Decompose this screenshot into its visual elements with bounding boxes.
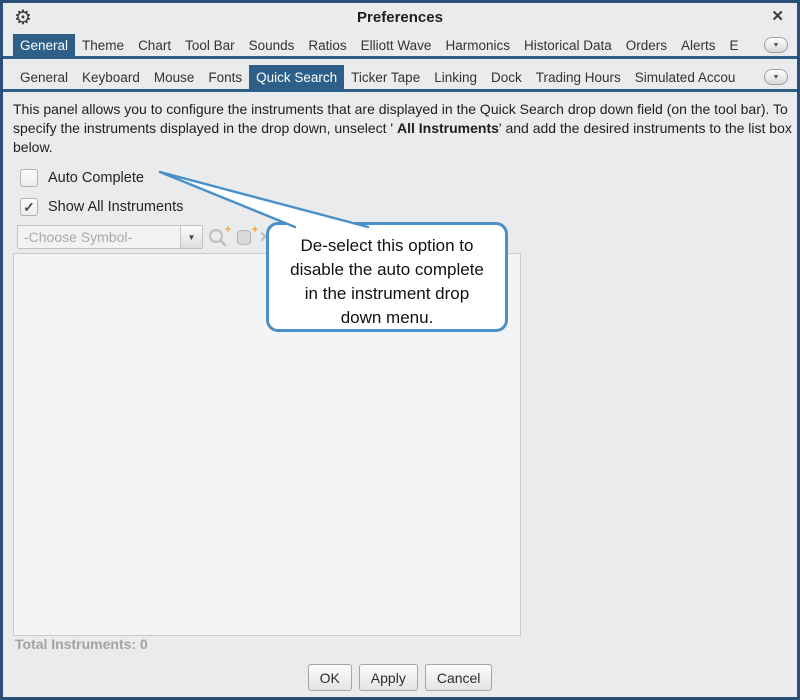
subtab-quick-search[interactable]: Quick Search — [249, 65, 344, 89]
tab-overflow-button[interactable]: ▼ — [764, 37, 788, 53]
footer-button-bar: OK Apply Cancel — [3, 664, 797, 691]
tab-row-main: General Theme Chart Tool Bar Sounds Rati… — [3, 31, 797, 59]
tab-elliott-wave[interactable]: Elliott Wave — [354, 34, 439, 56]
chevron-down-icon: ▼ — [773, 42, 780, 49]
subtab-linking[interactable]: Linking — [427, 65, 484, 89]
tab-truncated[interactable]: E — [723, 34, 746, 56]
tab-orders[interactable]: Orders — [619, 34, 674, 56]
show-all-instruments-checkbox[interactable]: ✓ — [20, 198, 38, 216]
tab-harmonics[interactable]: Harmonics — [438, 34, 517, 56]
tab-alerts[interactable]: Alerts — [674, 34, 723, 56]
preferences-dialog: ⚙ Preferences ✕ General Theme Chart Tool… — [0, 0, 800, 700]
title-bar: ⚙ Preferences ✕ — [3, 3, 797, 32]
total-instruments-label: Total Instruments: 0 — [15, 636, 148, 652]
subtab-trading-hours[interactable]: Trading Hours — [529, 65, 628, 89]
subtab-ticker-tape[interactable]: Ticker Tape — [344, 65, 427, 89]
callout-line: down menu. — [269, 306, 505, 330]
tab-theme[interactable]: Theme — [75, 34, 131, 56]
tab-sounds[interactable]: Sounds — [242, 34, 302, 56]
subtab-mouse[interactable]: Mouse — [147, 65, 202, 89]
apply-button[interactable]: Apply — [359, 664, 418, 691]
auto-complete-option: Auto Complete — [20, 169, 144, 187]
callout-arrow — [143, 159, 383, 231]
chevron-down-icon: ▼ — [773, 74, 780, 81]
cancel-button[interactable]: Cancel — [425, 664, 493, 691]
subtab-dock[interactable]: Dock — [484, 65, 529, 89]
choose-symbol-placeholder: -Choose Symbol- — [18, 229, 180, 245]
dialog-title: Preferences — [3, 9, 797, 26]
close-icon[interactable]: ✕ — [771, 8, 784, 26]
callout-bubble: De-select this option to disable the aut… — [266, 222, 508, 332]
auto-complete-checkbox[interactable] — [20, 169, 38, 187]
subtab-fonts[interactable]: Fonts — [201, 65, 249, 89]
auto-complete-label: Auto Complete — [48, 170, 144, 186]
tab-historical-data[interactable]: Historical Data — [517, 34, 619, 56]
tab-ratios[interactable]: Ratios — [301, 34, 353, 56]
subtab-overflow-button[interactable]: ▼ — [764, 69, 788, 85]
description-bold: All Instruments — [397, 120, 499, 136]
subtab-simulated-accounts[interactable]: Simulated Accou — [628, 65, 743, 89]
subtab-general[interactable]: General — [13, 65, 75, 89]
tab-row-general-section: General Keyboard Mouse Fonts Quick Searc… — [3, 62, 797, 92]
panel-description: This panel allows you to configure the i… — [13, 100, 795, 157]
callout-line: De-select this option to — [269, 234, 505, 258]
tab-tool-bar[interactable]: Tool Bar — [178, 34, 242, 56]
tab-chart[interactable]: Chart — [131, 34, 178, 56]
callout-line: in the instrument drop — [269, 282, 505, 306]
ok-button[interactable]: OK — [308, 664, 352, 691]
checkmark-icon: ✓ — [23, 199, 35, 216]
subtab-keyboard[interactable]: Keyboard — [75, 65, 147, 89]
tab-general[interactable]: General — [13, 34, 75, 56]
callout-line: disable the auto complete — [269, 258, 505, 282]
